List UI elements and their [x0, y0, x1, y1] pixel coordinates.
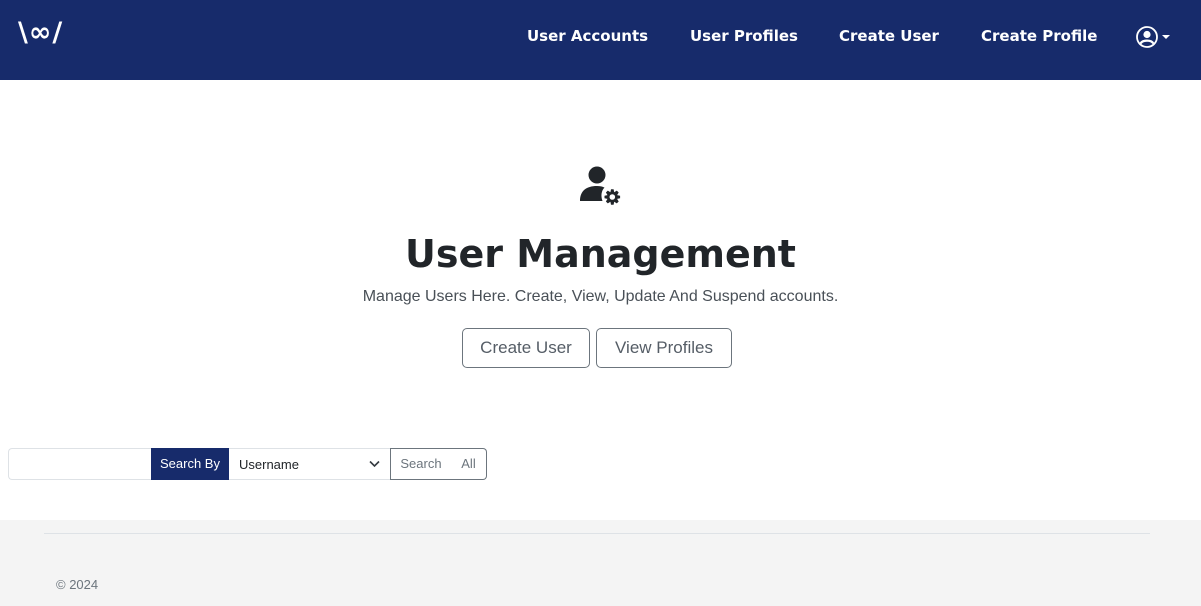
footer: © 2024	[0, 520, 1201, 606]
caret-down-icon	[1162, 35, 1170, 39]
footer-divider	[44, 533, 1150, 534]
search-button[interactable]: Search	[390, 448, 452, 480]
user-gear-icon	[580, 166, 621, 205]
search-input[interactable]	[8, 448, 151, 480]
copyright-text: © 2024	[56, 577, 99, 592]
nav-link-user-profiles[interactable]: User Profiles	[690, 26, 798, 46]
chevron-down-icon	[369, 460, 380, 468]
view-profiles-button[interactable]: View Profiles	[596, 328, 732, 368]
account-dropdown-toggle[interactable]	[1135, 25, 1175, 49]
nav-link-user-accounts[interactable]: User Accounts	[527, 26, 648, 46]
brand-logo[interactable]: \∞/	[18, 16, 63, 50]
search-by-label: Search By	[151, 448, 229, 480]
user-circle-icon	[1136, 26, 1158, 48]
search-field-selected: Username	[239, 457, 299, 472]
nav-link-create-profile[interactable]: Create Profile	[981, 26, 1097, 46]
top-navbar: \∞/ User Accounts User Profiles Create U…	[0, 0, 1201, 80]
page-subtitle: Manage Users Here. Create, View, Update …	[362, 288, 839, 305]
page-title: User Management	[405, 232, 796, 276]
search-field-select[interactable]: Username	[229, 448, 391, 480]
nav-link-create-user[interactable]: Create User	[839, 26, 939, 46]
create-user-button[interactable]: Create User	[462, 328, 590, 368]
show-all-button[interactable]: All	[451, 448, 487, 480]
